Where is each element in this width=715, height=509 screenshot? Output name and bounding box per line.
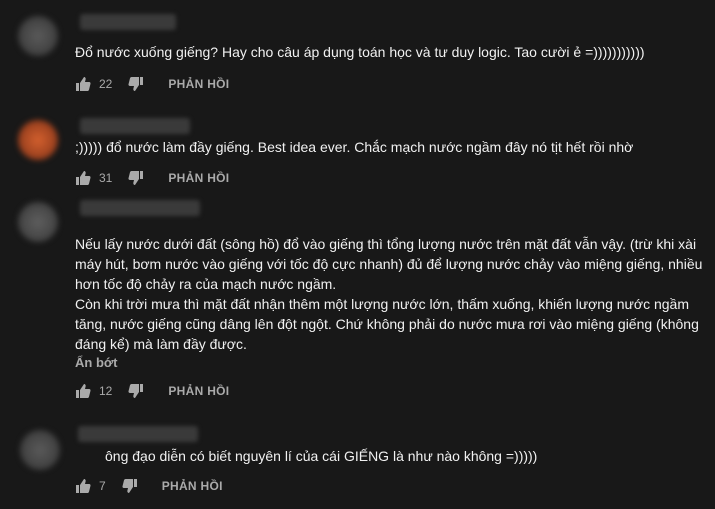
avatar[interactable] bbox=[18, 202, 58, 242]
thumb-up-icon[interactable] bbox=[75, 76, 91, 92]
comment-text: Nếu lấy nước dưới đất (sông hồ) đổ vào g… bbox=[75, 234, 702, 354]
comment-paragraph: hơn tốc độ chảy ra của mạch nước ngầm. bbox=[75, 276, 337, 292]
thumb-down-icon[interactable] bbox=[128, 383, 144, 399]
comment-actions: 12 PHẢN HỒI bbox=[75, 381, 229, 401]
comment-actions: 22 PHẢN HỒI bbox=[75, 74, 229, 94]
comment-text: Đổ nước xuống giếng? Hay cho câu áp dụng… bbox=[75, 44, 645, 60]
thumb-up-icon[interactable] bbox=[75, 170, 91, 186]
reply-button[interactable]: PHẢN HỒI bbox=[162, 479, 223, 493]
thumb-down-icon[interactable] bbox=[128, 76, 144, 92]
comment-text: ;))))) đổ nước làm đầy giếng. Best idea … bbox=[75, 139, 634, 155]
like-count: 12 bbox=[99, 384, 113, 398]
author-name-redacted[interactable] bbox=[80, 14, 176, 30]
comment-paragraph: đáng kể) mà làm đầy được. bbox=[75, 336, 247, 352]
comment-paragraph: Nếu lấy nước dưới đất (sông hồ) đổ vào g… bbox=[75, 236, 697, 252]
thumb-down-icon[interactable] bbox=[128, 170, 144, 186]
avatar[interactable] bbox=[20, 430, 60, 470]
thumb-down-icon[interactable] bbox=[122, 478, 138, 494]
like-count: 7 bbox=[99, 479, 106, 493]
reply-button[interactable]: PHẢN HỒI bbox=[168, 77, 229, 91]
like-count: 31 bbox=[99, 171, 113, 185]
author-name-redacted[interactable] bbox=[80, 118, 190, 134]
comment-paragraph: tăng, nước giếng cũng dâng lên đột ngột.… bbox=[75, 316, 699, 332]
author-name-redacted[interactable] bbox=[78, 426, 198, 442]
comment-actions: 7 PHẢN HỒI bbox=[75, 476, 223, 496]
avatar[interactable] bbox=[18, 16, 58, 56]
show-less-link[interactable]: Ẩn bớt bbox=[75, 355, 117, 370]
thumb-up-icon[interactable] bbox=[75, 478, 91, 494]
thumb-up-icon[interactable] bbox=[75, 383, 91, 399]
comment-actions: 31 PHẢN HỒI bbox=[75, 168, 229, 188]
comment-paragraph: Còn khi trời mưa thì mặt đất nhận thêm m… bbox=[75, 296, 689, 312]
comment-text: ông đạo diễn có biết nguyên lí của cái G… bbox=[105, 448, 538, 464]
reply-button[interactable]: PHẢN HỒI bbox=[168, 384, 229, 398]
comment-paragraph: máy hút, bơm nước vào giếng với tốc độ c… bbox=[75, 256, 703, 272]
avatar[interactable] bbox=[18, 120, 58, 160]
reply-button[interactable]: PHẢN HỒI bbox=[168, 171, 229, 185]
like-count: 22 bbox=[99, 77, 113, 91]
author-name-redacted[interactable] bbox=[80, 200, 200, 216]
